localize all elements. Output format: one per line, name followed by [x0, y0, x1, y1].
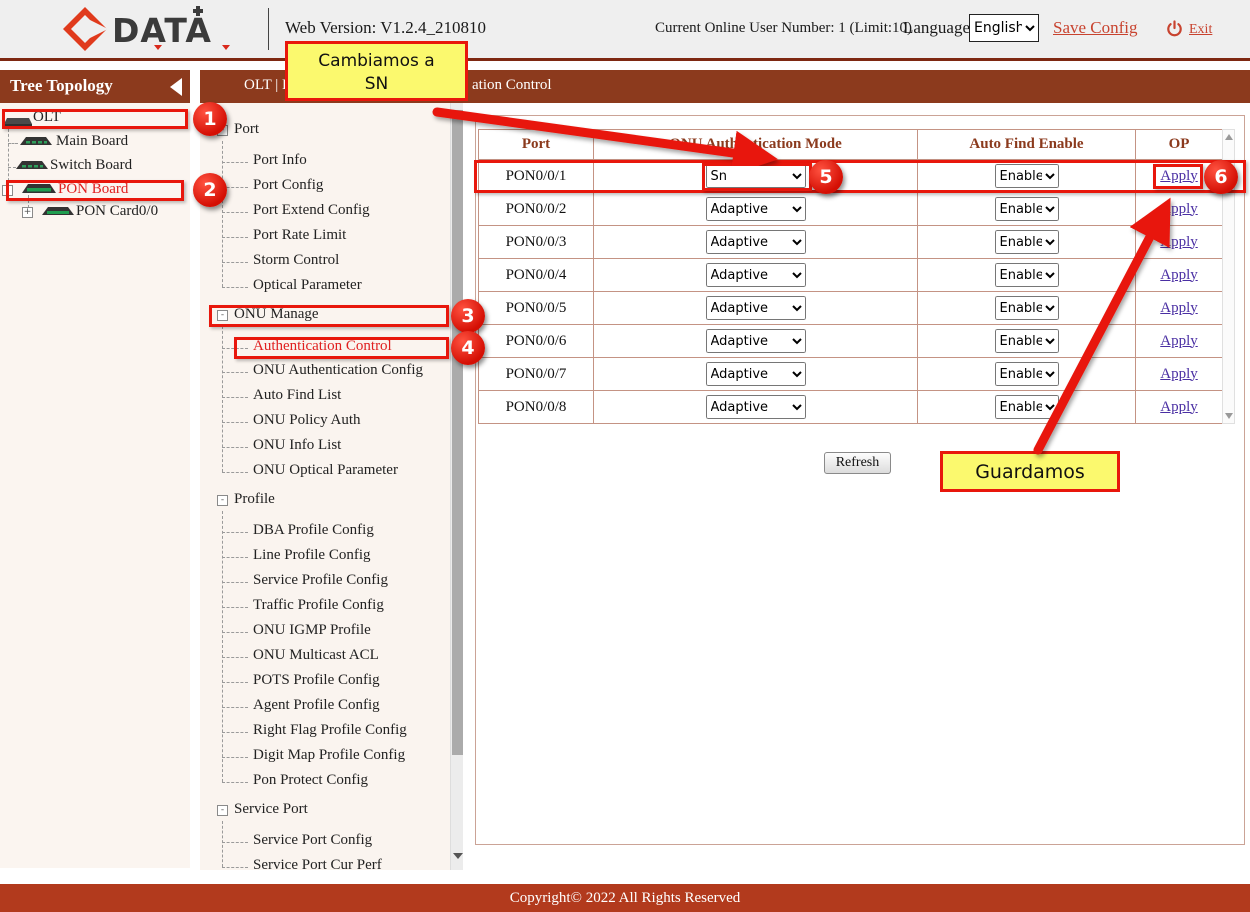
- step-badge-4: 4: [451, 331, 485, 365]
- col-header-port: Port: [479, 130, 594, 160]
- content-panel: Port ONU Authentication Mode Auto Find E…: [475, 115, 1245, 845]
- apply-link[interactable]: Apply: [1160, 201, 1198, 217]
- auto-find-select[interactable]: Enable: [995, 329, 1059, 353]
- apply-link[interactable]: Apply: [1160, 366, 1198, 382]
- collapse-toggle-icon[interactable]: -: [217, 805, 228, 816]
- auth-mode-select[interactable]: Adaptive: [706, 296, 806, 320]
- callout-cambiamos-a-sn: Cambiamos a SN: [285, 41, 468, 101]
- board-device-icon: [16, 160, 48, 178]
- auth-mode-select[interactable]: Adaptive: [706, 263, 806, 287]
- scroll-up-icon[interactable]: [1225, 134, 1233, 140]
- scroll-down-icon[interactable]: [453, 853, 463, 859]
- collapse-toggle-icon[interactable]: -: [217, 495, 228, 506]
- svg-text:DATA: DATA: [112, 11, 212, 50]
- tree-node-label: PON Card0/0: [76, 203, 158, 220]
- port-cell: PON0/0/5: [479, 292, 594, 325]
- top-header: DATA Web Version: V1.2.4_210810 Current …: [0, 0, 1250, 58]
- tree-topology-title: Tree Topology: [10, 76, 113, 96]
- menu-tree-panel: - Port Port Info Port Config Port Extend…: [200, 103, 463, 870]
- tree-topology-panel: OLT Main Board Switch Board - PON Board …: [0, 103, 190, 868]
- step-badge-2: 2: [193, 173, 227, 207]
- auto-find-select[interactable]: Enable: [995, 197, 1059, 221]
- save-config-link[interactable]: Save Config: [1053, 18, 1138, 38]
- sidebar-collapse-icon[interactable]: [170, 78, 182, 96]
- apply-link[interactable]: Apply: [1160, 267, 1198, 283]
- table-row: PON0/0/5 Adaptive Enable Apply: [479, 292, 1223, 325]
- nav-scrollbar[interactable]: [450, 103, 463, 870]
- apply-link[interactable]: Apply: [1160, 333, 1198, 349]
- table-row: PON0/0/2 Adaptive Enable Apply: [479, 193, 1223, 226]
- tree-connector: [222, 511, 223, 782]
- tree-node-label: Main Board: [56, 133, 128, 150]
- tree-topology-header: Tree Topology: [0, 70, 190, 103]
- col-header-auth-mode: ONU Authentication Mode: [594, 130, 918, 160]
- auto-find-select[interactable]: Enable: [995, 395, 1059, 419]
- port-cell: PON0/0/6: [479, 325, 594, 358]
- breadcrumb-right: ation Control: [472, 77, 552, 94]
- step-badge-6: 6: [1204, 160, 1238, 194]
- language-label: Language: [903, 18, 970, 38]
- web-version-text: Web Version: V1.2.4_210810: [285, 18, 486, 38]
- auto-find-select[interactable]: Enable: [995, 296, 1059, 320]
- header-divider: [268, 8, 269, 50]
- tree-connector: [222, 821, 223, 867]
- highlight-box-olt: [2, 109, 188, 129]
- scroll-down-icon[interactable]: [1225, 413, 1233, 419]
- table-row: PON0/0/4 Adaptive Enable Apply: [479, 259, 1223, 292]
- callout-guardamos: Guardamos: [940, 451, 1120, 492]
- auto-find-select[interactable]: Enable: [995, 362, 1059, 386]
- table-row: PON0/0/7 Adaptive Enable Apply: [479, 358, 1223, 391]
- table-row: PON0/0/6 Adaptive Enable Apply: [479, 325, 1223, 358]
- auto-find-select[interactable]: Enable: [995, 263, 1059, 287]
- table-row: PON0/0/8 Adaptive Enable Apply: [479, 391, 1223, 424]
- header-rule: [0, 58, 1250, 61]
- apply-link[interactable]: Apply: [1160, 234, 1198, 250]
- tree-connector: [8, 167, 16, 168]
- apply-link[interactable]: Apply: [1160, 300, 1198, 316]
- highlight-box-onu-manage: [209, 305, 449, 327]
- auth-mode-select[interactable]: Adaptive: [706, 197, 806, 221]
- auth-mode-select[interactable]: Adaptive: [706, 329, 806, 353]
- table-header-row: Port ONU Authentication Mode Auto Find E…: [479, 130, 1223, 160]
- table-row: PON0/0/3 Adaptive Enable Apply: [479, 226, 1223, 259]
- online-users-text: Current Online User Number: 1 (Limit:10): [655, 20, 912, 37]
- expand-toggle-icon[interactable]: +: [22, 207, 33, 218]
- olt-web-ui: DATA Web Version: V1.2.4_210810 Current …: [0, 0, 1250, 912]
- footer: Copyright© 2022 All Rights Reserved: [0, 884, 1250, 912]
- port-cell: PON0/0/8: [479, 391, 594, 424]
- step-badge-1: 1: [193, 102, 227, 136]
- step-badge-5: 5: [809, 160, 843, 194]
- language-select[interactable]: English: [969, 14, 1039, 42]
- port-cell: PON0/0/3: [479, 226, 594, 259]
- port-cell: PON0/0/2: [479, 193, 594, 226]
- auth-mode-select[interactable]: Adaptive: [706, 230, 806, 254]
- highlight-box-authentication-control: [234, 337, 449, 359]
- cdata-logo: DATA: [62, 6, 252, 57]
- port-cell: PON0/0/7: [479, 358, 594, 391]
- nav-scrollbar-thumb[interactable]: [452, 110, 463, 755]
- tree-connector: [8, 143, 18, 144]
- refresh-button[interactable]: Refresh: [824, 452, 891, 474]
- auto-find-select[interactable]: Enable: [995, 230, 1059, 254]
- auth-mode-select[interactable]: Adaptive: [706, 395, 806, 419]
- port-cell: PON0/0/4: [479, 259, 594, 292]
- highlight-box-sn-select: [702, 163, 812, 191]
- apply-link[interactable]: Apply: [1160, 399, 1198, 415]
- board-device-icon: [42, 206, 74, 224]
- auth-mode-select[interactable]: Adaptive: [706, 362, 806, 386]
- highlight-box-pon-board: [6, 180, 184, 201]
- col-header-auto-find: Auto Find Enable: [918, 130, 1136, 160]
- step-badge-3: 3: [451, 299, 485, 333]
- highlight-box-row-pon1: [474, 160, 1246, 193]
- tree-node-label: Switch Board: [50, 157, 132, 174]
- col-header-op: OP: [1136, 130, 1223, 160]
- highlight-box-apply: [1153, 164, 1203, 189]
- power-icon: [1166, 20, 1183, 42]
- exit-link[interactable]: Exit: [1189, 22, 1212, 38]
- board-device-icon: [20, 136, 52, 154]
